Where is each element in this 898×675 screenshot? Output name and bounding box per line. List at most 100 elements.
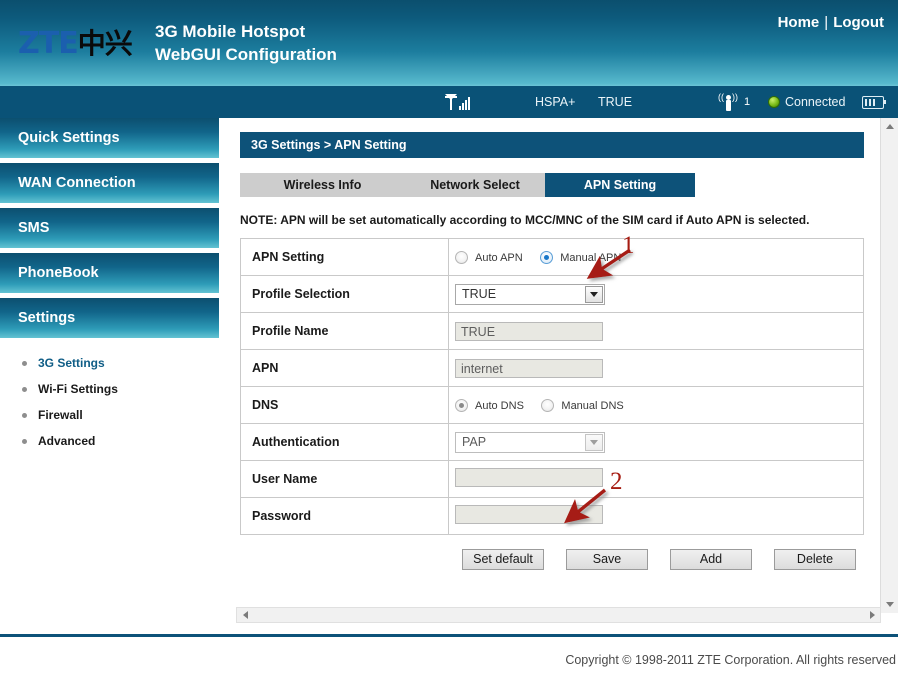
sidebar-item-phonebook[interactable]: PhoneBook: [0, 253, 219, 293]
sidebar-subitem-label: Wi-Fi Settings: [38, 382, 118, 396]
page-title: 3G Mobile Hotspot WebGUI Configuration: [155, 20, 337, 66]
sidebar-item-wan-connection[interactable]: WAN Connection: [0, 163, 219, 203]
bullet-icon: [22, 438, 27, 444]
sidebar-subitem-label: Firewall: [38, 408, 83, 422]
sidebar-item-label: PhoneBook: [18, 265, 99, 281]
row-label-profile-selection: Profile Selection: [240, 275, 449, 313]
apn-input[interactable]: internet: [455, 358, 603, 378]
radio-label: Auto DNS: [475, 399, 524, 412]
delete-button[interactable]: Delete: [774, 549, 856, 570]
sidebar-subitem-3g-settings[interactable]: 3G Settings: [22, 350, 219, 376]
note-text: NOTE: APN will be set automatically acco…: [240, 213, 810, 227]
bullet-icon: [22, 386, 27, 392]
battery-icon: [862, 95, 886, 109]
radio-button-selected-icon: [455, 399, 468, 413]
radio-button-icon: [455, 251, 468, 265]
connection-status-label: Connected: [785, 95, 846, 109]
tab-network-select[interactable]: Network Select: [405, 173, 545, 197]
copyright-text: Copyright © 1998-2011 ZTE Corporation. A…: [565, 653, 896, 667]
row-label-password: Password: [240, 497, 449, 535]
table-row: Authentication PAP: [240, 423, 864, 461]
vertical-scrollbar[interactable]: [880, 118, 898, 613]
sidebar-item-sms[interactable]: SMS: [0, 208, 219, 248]
table-row: APN internet: [240, 349, 864, 387]
logo-zte-text: ZTE: [18, 26, 79, 61]
radio-button-icon: [541, 399, 555, 413]
password-input[interactable]: [455, 505, 603, 524]
table-row: Profile Selection TRUE: [240, 275, 864, 313]
sidebar-item-quick-settings[interactable]: Quick Settings: [0, 118, 219, 158]
main-panel: 3G Settings > APN Setting Wireless Info …: [240, 118, 880, 628]
radio-label: Manual DNS: [561, 399, 624, 412]
sidebar-item-label: Quick Settings: [18, 130, 120, 146]
page-title-line2: WebGUI Configuration: [155, 45, 337, 64]
wifi-antenna-icon: (()): [718, 93, 740, 111]
profile-name-input[interactable]: TRUE: [455, 321, 603, 341]
row-label-authentication: Authentication: [240, 423, 449, 461]
radio-manual-dns[interactable]: Manual DNS: [541, 399, 624, 413]
scroll-down-arrow-icon[interactable]: [881, 596, 898, 613]
save-button[interactable]: Save: [566, 549, 648, 570]
sidebar-subitem-wifi-settings[interactable]: Wi-Fi Settings: [22, 376, 219, 402]
sidebar-item-settings[interactable]: Settings: [0, 298, 219, 338]
wifi-clients-indicator: (()) 1: [718, 86, 750, 118]
row-label-apn: APN: [240, 349, 449, 387]
tab-bar: Wireless Info Network Select APN Setting: [240, 173, 695, 197]
home-link[interactable]: Home: [778, 14, 820, 31]
network-type: HSPA+: [535, 95, 576, 109]
row-value-password: [448, 497, 864, 535]
sidebar-item-label: Settings: [18, 310, 76, 326]
footer-divider: [0, 634, 898, 637]
radio-label: Manual APN: [560, 251, 622, 264]
operator-name: TRUE: [598, 95, 633, 109]
connection-status: Connected: [768, 86, 845, 118]
sidebar-subitem-label: Advanced: [38, 434, 96, 448]
row-value-apn-setting: Auto APN Manual APN: [448, 238, 864, 276]
row-value-profile-name: TRUE: [448, 312, 864, 350]
action-buttons: Set default Save Add Delete: [240, 549, 864, 570]
horizontal-scrollbar[interactable]: [236, 607, 881, 623]
scroll-up-arrow-icon[interactable]: [881, 118, 898, 135]
set-default-button[interactable]: Set default: [462, 549, 544, 570]
breadcrumb: 3G Settings > APN Setting: [240, 132, 864, 158]
profile-selection-dropdown[interactable]: TRUE: [455, 283, 605, 305]
row-label-profile-name: Profile Name: [240, 312, 449, 350]
authentication-dropdown[interactable]: PAP: [455, 431, 605, 453]
wifi-client-count: 1: [744, 96, 751, 108]
tab-apn-setting[interactable]: APN Setting: [545, 173, 695, 197]
bullet-icon: [22, 412, 27, 418]
radio-manual-apn[interactable]: Manual APN: [540, 251, 622, 265]
table-row: Profile Name TRUE: [240, 312, 864, 350]
authentication-value: PAP: [462, 435, 487, 449]
bullet-icon: [22, 360, 27, 366]
sidebar-subitem-label: 3G Settings: [38, 356, 105, 370]
header-links: Home | Logout: [778, 14, 884, 31]
logo-chinese-text: 中兴: [77, 27, 133, 60]
signal-bars-icon: [445, 94, 476, 110]
table-row: User Name: [240, 460, 864, 498]
tab-wireless-info[interactable]: Wireless Info: [240, 173, 405, 197]
status-bar: HSPA+ TRUE (()) 1 Connected: [0, 86, 898, 118]
scroll-right-arrow-icon[interactable]: [864, 608, 880, 622]
add-button[interactable]: Add: [670, 549, 752, 570]
radio-auto-dns[interactable]: Auto DNS: [455, 399, 524, 413]
chevron-down-icon[interactable]: [585, 433, 603, 451]
sidebar-item-label: WAN Connection: [18, 175, 136, 191]
row-value-dns: Auto DNS Manual DNS: [448, 386, 864, 424]
sidebar-item-label: SMS: [18, 220, 50, 236]
header-link-separator: |: [824, 14, 829, 31]
table-row: Password: [240, 497, 864, 535]
scroll-left-arrow-icon[interactable]: [237, 608, 253, 622]
row-value-authentication: PAP: [448, 423, 864, 461]
logout-link[interactable]: Logout: [833, 14, 884, 31]
page-title-line1: 3G Mobile Hotspot: [155, 22, 306, 41]
sidebar-subitem-advanced[interactable]: Advanced: [22, 428, 219, 454]
table-row: DNS Auto DNS Manual DNS: [240, 386, 864, 424]
sidebar-subitem-firewall[interactable]: Firewall: [22, 402, 219, 428]
radio-auto-apn[interactable]: Auto APN: [455, 251, 523, 265]
table-row: APN Setting Auto APN Manual APN: [240, 238, 864, 276]
chevron-down-icon[interactable]: [585, 285, 603, 303]
user-name-input[interactable]: [455, 468, 603, 487]
row-value-user-name: [448, 460, 864, 498]
footer: Copyright © 1998-2011 ZTE Corporation. A…: [0, 645, 898, 675]
